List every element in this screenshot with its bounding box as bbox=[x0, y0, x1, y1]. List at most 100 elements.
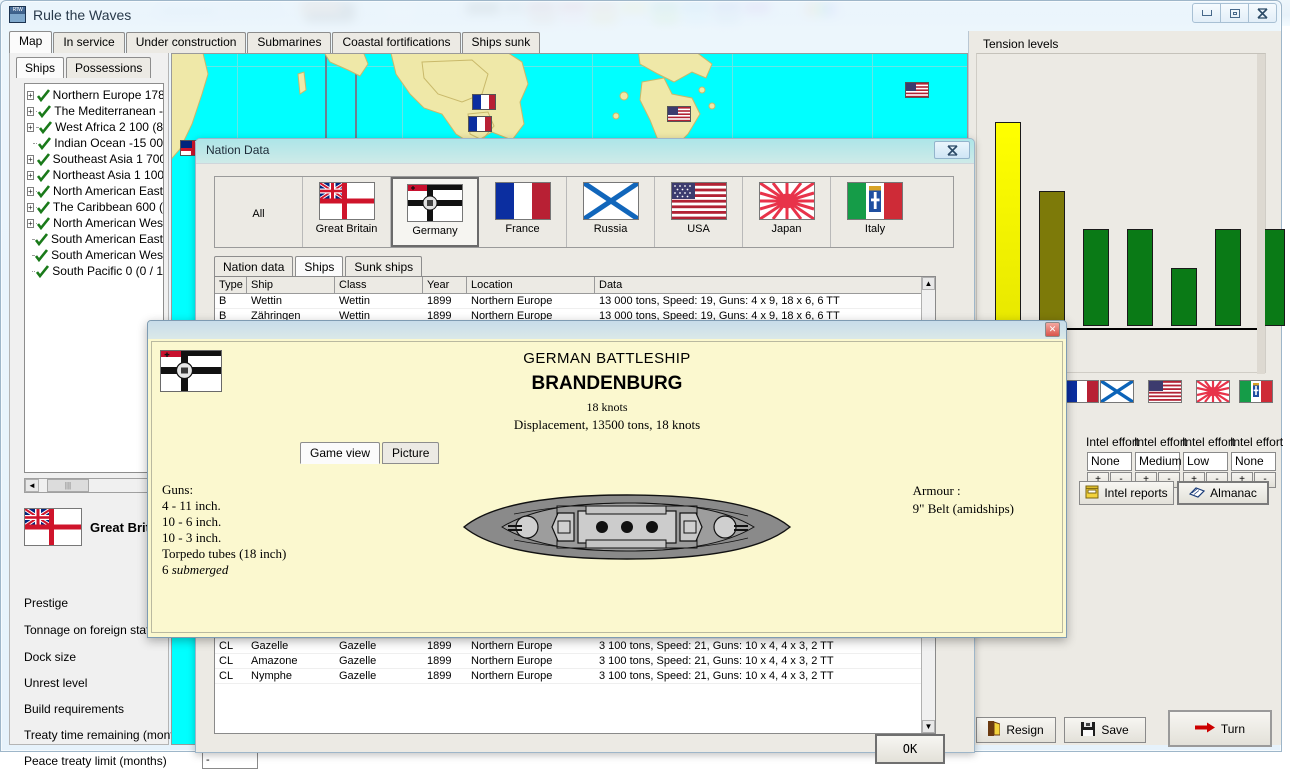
tree-item[interactable]: +West Africa 2 100 (8 bbox=[25, 119, 163, 135]
close-icon[interactable] bbox=[934, 141, 970, 159]
intel-effort-label: Intel effort bbox=[1134, 435, 1187, 449]
nation-button-germany[interactable]: Germany bbox=[391, 177, 479, 247]
tab-picture[interactable]: Picture bbox=[382, 442, 439, 464]
tree-item[interactable]: South American East bbox=[25, 231, 163, 247]
nation-button-japan[interactable]: Japan bbox=[743, 177, 831, 247]
tab-under-construction[interactable]: Under construction bbox=[126, 32, 247, 53]
tree-item[interactable]: +North American Wes bbox=[25, 215, 163, 231]
turn-button[interactable]: Turn bbox=[1168, 710, 1272, 747]
check-icon bbox=[37, 201, 50, 214]
expand-icon[interactable]: + bbox=[27, 107, 34, 116]
tree-item[interactable]: +Northern Europe 178 bbox=[25, 87, 163, 103]
resign-button[interactable]: Resign bbox=[976, 717, 1056, 743]
tree-item[interactable]: South American Wes bbox=[25, 247, 163, 263]
tab-in-service[interactable]: In service bbox=[53, 32, 124, 53]
book-icon bbox=[1189, 485, 1205, 502]
table-row[interactable]: BWettinWettin1899Northern Europe13 000 t… bbox=[215, 294, 935, 309]
minimize-icon[interactable] bbox=[1192, 3, 1221, 23]
scrollbar-thumb[interactable]: ||| bbox=[47, 479, 89, 492]
tree-horizontal-scrollbar[interactable]: ◄ ||| bbox=[24, 478, 164, 493]
nation-button-all[interactable]: All bbox=[215, 177, 303, 247]
chevron-up-icon[interactable]: ▲ bbox=[922, 277, 935, 290]
ship-dialog-titlebar[interactable]: ✕ bbox=[148, 321, 1066, 339]
tree-item[interactable]: + North American East bbox=[25, 183, 163, 199]
table-column-header[interactable]: Data bbox=[595, 277, 923, 293]
usa-flag[interactable] bbox=[1148, 380, 1182, 403]
expand-icon[interactable]: + bbox=[27, 203, 34, 212]
almanac-button[interactable]: Almanac bbox=[1177, 481, 1269, 505]
table-row[interactable]: CLNympheGazelle1899Northern Europe3 100 … bbox=[215, 669, 935, 684]
expand-icon[interactable]: + bbox=[27, 187, 34, 196]
nation-stat-value: - bbox=[202, 752, 258, 769]
arrow-right-icon bbox=[1195, 722, 1215, 736]
subtab-ships[interactable]: Ships bbox=[16, 57, 64, 78]
expand-icon[interactable]: + bbox=[27, 155, 34, 164]
usa-flag bbox=[905, 82, 929, 98]
japan-flag[interactable] bbox=[1196, 380, 1230, 403]
subtab-ships[interactable]: Ships bbox=[295, 256, 343, 277]
tab-ships-sunk[interactable]: Ships sunk bbox=[462, 32, 541, 53]
close-icon[interactable] bbox=[1248, 3, 1277, 23]
subtab-possessions[interactable]: Possessions bbox=[66, 57, 151, 78]
window-titlebar[interactable]: RTW Rule the Waves bbox=[1, 1, 1281, 28]
nation-stat-label: Unrest level bbox=[24, 676, 87, 690]
table-row[interactable]: CLAmazoneGazelle1899Northern Europe3 100… bbox=[215, 654, 935, 669]
tension-levels-label: Tension levels bbox=[983, 37, 1058, 51]
tree-item[interactable]: +The Mediterranean - bbox=[25, 103, 163, 119]
table-column-header[interactable]: Type bbox=[215, 277, 247, 293]
table-column-header[interactable]: Class bbox=[335, 277, 423, 293]
tree-item-label: South Pacific 0 (0 / 1 bbox=[52, 264, 163, 278]
tab-coastal-fortifications[interactable]: Coastal fortifications bbox=[332, 32, 460, 53]
expand-icon[interactable]: + bbox=[27, 171, 34, 180]
gun-line: 4 - 11 inch. bbox=[162, 498, 286, 514]
expand-icon[interactable]: + bbox=[27, 219, 34, 228]
expand-icon[interactable]: + bbox=[27, 91, 34, 100]
nation-button-label: Japan bbox=[772, 223, 802, 235]
tree-item[interactable]: South Pacific 0 (0 / 1 bbox=[25, 263, 163, 279]
nation-button-russia[interactable]: Russia bbox=[567, 177, 655, 247]
expand-icon[interactable]: + bbox=[27, 123, 34, 132]
tab-map[interactable]: Map bbox=[9, 31, 52, 54]
tab-submarines[interactable]: Submarines bbox=[247, 32, 331, 53]
france-flag[interactable] bbox=[1065, 380, 1099, 403]
tree-item[interactable]: +Northeast Asia 1 100 bbox=[25, 167, 163, 183]
table-cell: 13 000 tons, Speed: 19, Guns: 4 x 9, 18 … bbox=[595, 294, 923, 308]
nation-button-usa[interactable]: USA bbox=[655, 177, 743, 247]
table-column-header[interactable]: Location bbox=[467, 277, 595, 293]
ship-header: GERMAN BATTLESHIP BRANDENBURG 18 knots D… bbox=[152, 350, 1062, 433]
subtab-nation-data[interactable]: Nation data bbox=[214, 256, 293, 277]
nation-button-great-britain[interactable]: Great Britain bbox=[303, 177, 391, 247]
table-column-header[interactable]: Year bbox=[423, 277, 467, 293]
tree-item[interactable]: +Southeast Asia 1 700 bbox=[25, 151, 163, 167]
subtab-sunk-ships[interactable]: Sunk ships bbox=[345, 256, 422, 277]
usa-flag bbox=[667, 106, 691, 122]
tree-item[interactable]: Indian Ocean -15 00 bbox=[25, 135, 163, 151]
chevron-down-icon[interactable]: ▼ bbox=[922, 720, 935, 733]
germany-imperial-war-ensign bbox=[407, 184, 463, 222]
chevron-left-icon[interactable]: ◄ bbox=[25, 479, 39, 492]
table-cell: Amazone bbox=[247, 654, 335, 668]
russia-flag[interactable] bbox=[1100, 380, 1134, 403]
nation-dialog-titlebar[interactable]: Nation Data bbox=[196, 139, 974, 163]
maximize-icon[interactable] bbox=[1220, 3, 1249, 23]
save-button[interactable]: Save bbox=[1064, 717, 1146, 743]
nation-button-france[interactable]: France bbox=[479, 177, 567, 247]
tree-item[interactable]: +The Caribbean 600 ( bbox=[25, 199, 163, 215]
table-cell: Northern Europe bbox=[467, 669, 595, 683]
table-cell: CL bbox=[215, 639, 247, 653]
region-tree[interactable]: +Northern Europe 178+The Mediterranean -… bbox=[24, 83, 164, 473]
intel-reports-button[interactable]: Intel reports bbox=[1079, 481, 1174, 505]
chart-bar bbox=[995, 122, 1021, 326]
almanac-label: Almanac bbox=[1210, 486, 1257, 500]
italy-flag[interactable] bbox=[1239, 380, 1273, 403]
nation-button-label: Russia bbox=[594, 223, 628, 235]
tree-item-label: North American East bbox=[53, 184, 163, 198]
torpedo-heading: Torpedo tubes (18 inch) bbox=[162, 546, 286, 562]
table-column-header[interactable]: Ship bbox=[247, 277, 335, 293]
nation-button-italy[interactable]: Italy bbox=[831, 177, 919, 247]
tab-game-view[interactable]: Game view bbox=[300, 442, 380, 464]
close-icon[interactable]: ✕ bbox=[1045, 322, 1060, 337]
bottom-button-bar: Resign Save Turn bbox=[976, 707, 1276, 747]
nation-button-label: Germany bbox=[412, 225, 457, 237]
table-row[interactable]: CLGazelleGazelle1899Northern Europe3 100… bbox=[215, 639, 935, 654]
